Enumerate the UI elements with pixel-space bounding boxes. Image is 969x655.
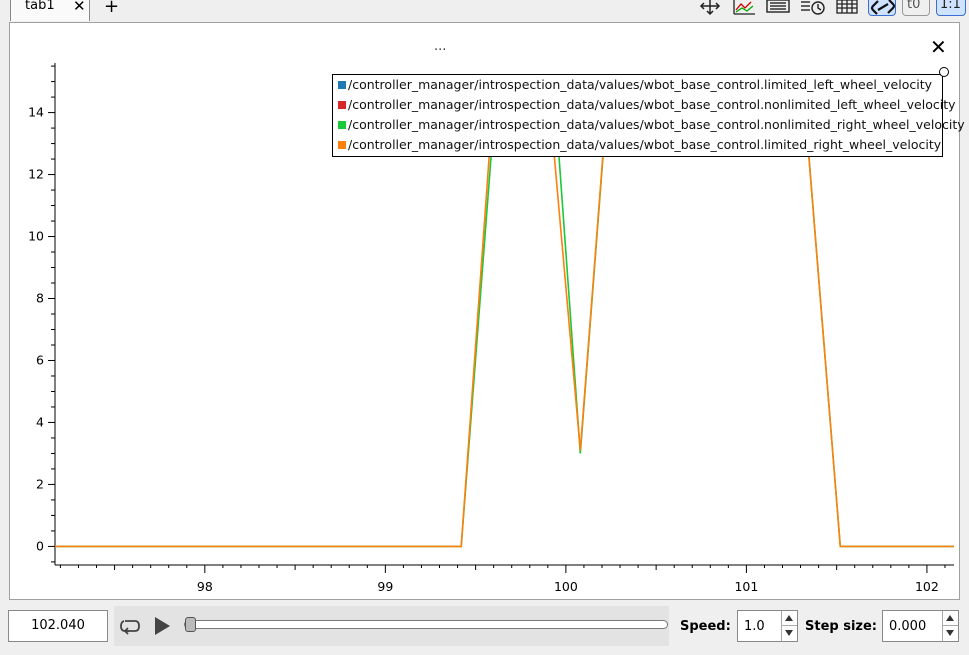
tab-label: tab1 <box>25 0 55 13</box>
y-tick-label: 14 <box>28 105 44 120</box>
speed-label: Speed: <box>680 619 731 634</box>
legend-resize-handle[interactable] <box>939 67 949 77</box>
tab-tab1[interactable]: tab1 ✕ <box>10 0 90 21</box>
x-tick-label: 101 <box>734 579 758 594</box>
grid-icon[interactable] <box>835 0 861 16</box>
series-line <box>55 142 954 548</box>
t0-icon-text: t0 <box>907 0 921 12</box>
one-to-one-icon[interactable]: 1:1 <box>936 0 966 16</box>
time-display[interactable]: 102.040 <box>8 610 108 642</box>
list-icon[interactable] <box>766 0 792 16</box>
player-controls <box>114 606 669 646</box>
plot-title: ... <box>434 39 447 54</box>
legend-item[interactable]: /controller_manager/introspection_data/v… <box>338 77 932 97</box>
play-icon[interactable] <box>152 615 172 637</box>
move-icon[interactable] <box>697 0 723 16</box>
stepsize-input[interactable] <box>883 611 942 641</box>
link-icon[interactable] <box>868 0 896 16</box>
stepsize-decrease-icon[interactable] <box>942 626 958 641</box>
x-tick-label: 100 <box>554 579 578 594</box>
legend-swatch <box>338 141 346 149</box>
x-tick-label: 99 <box>377 579 393 594</box>
legend-item[interactable]: /controller_manager/introspection_data/v… <box>338 117 965 137</box>
legend-label: /controller_manager/introspection_data/v… <box>348 137 942 152</box>
tab-bar: tab1 ✕ + t0 1:1 <box>0 0 969 22</box>
legend-item[interactable]: /controller_manager/introspection_data/v… <box>338 137 941 157</box>
add-tab-icon[interactable]: + <box>104 0 119 17</box>
x-tick-label: 102 <box>915 579 939 594</box>
stepsize-label: Step size: <box>805 619 878 634</box>
legend-swatch <box>338 81 346 89</box>
plot-legend[interactable]: /controller_manager/introspection_data/v… <box>332 74 965 157</box>
speed-decrease-icon[interactable] <box>781 626 797 641</box>
legend-swatch <box>338 101 346 109</box>
legend-swatch <box>338 121 346 129</box>
legend-label: /controller_manager/introspection_data/v… <box>348 117 965 132</box>
legend-label: /controller_manager/introspection_data/v… <box>348 97 956 112</box>
loop-icon[interactable] <box>118 616 142 636</box>
legend-label: /controller_manager/introspection_data/v… <box>348 77 933 92</box>
y-tick-label: 6 <box>36 352 44 367</box>
speed-spinbox[interactable] <box>737 610 798 642</box>
y-tick-label: 0 <box>36 538 44 553</box>
y-tick-label: 2 <box>36 476 44 491</box>
close-tab-icon[interactable]: ✕ <box>73 0 86 15</box>
legend-item[interactable]: /controller_manager/introspection_data/v… <box>338 97 956 117</box>
time-slider-handle[interactable] <box>185 617 196 632</box>
close-plot-icon[interactable]: ✕ <box>930 37 947 57</box>
y-tick-label: 4 <box>36 414 44 429</box>
x-tick-label: 98 <box>197 579 213 594</box>
time-slider[interactable] <box>184 617 668 632</box>
player-bar: 102.040 Speed: Step size: <box>0 605 969 649</box>
y-tick-label: 8 <box>36 291 44 306</box>
line-chart-icon[interactable] <box>731 0 757 16</box>
y-tick-label: 10 <box>28 229 44 244</box>
one-to-one-text: 1:1 <box>940 0 961 12</box>
t0-icon[interactable]: t0 <box>902 0 930 16</box>
stepsize-increase-icon[interactable] <box>942 611 958 626</box>
stepsize-spinbox[interactable] <box>882 610 959 642</box>
clock-list-icon[interactable] <box>800 0 826 16</box>
plot-panel[interactable]: 0 2 4 6 8 10 12 14 98 99 100 101 102 ... ✕ /controll… <box>9 22 965 600</box>
speed-increase-icon[interactable] <box>781 611 797 626</box>
y-tick-label: 12 <box>28 167 44 182</box>
speed-input[interactable] <box>738 611 781 641</box>
